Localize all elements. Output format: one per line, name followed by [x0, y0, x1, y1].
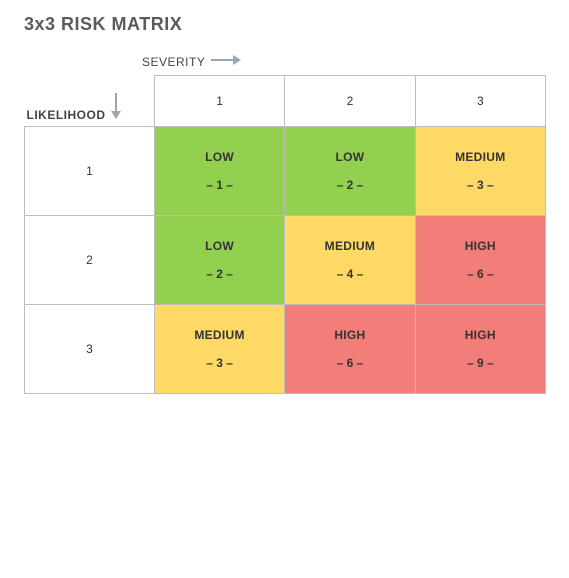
- risk-cell: LOW – 2 –: [285, 126, 415, 215]
- risk-cell: MEDIUM – 3 –: [415, 126, 545, 215]
- severity-header-2: 2: [285, 76, 415, 127]
- risk-cell-label: LOW: [205, 239, 234, 253]
- arrow-down-icon: [110, 93, 122, 122]
- risk-cell-score: – 6 –: [467, 267, 494, 281]
- risk-cell: LOW – 1 –: [154, 126, 284, 215]
- risk-cell-score: – 2 –: [206, 267, 233, 281]
- risk-matrix-page: 3x3 RISK MATRIX SEVERITY LIKELIHOOD: [0, 0, 569, 418]
- risk-matrix-table: LIKELIHOOD 1 2 3 1 LOW – 1 –: [24, 75, 546, 394]
- severity-header-1: 1: [154, 76, 284, 127]
- risk-cell-score: – 4 –: [337, 267, 364, 281]
- risk-cell: MEDIUM – 4 –: [285, 215, 415, 304]
- severity-axis-label: SEVERITY: [142, 55, 205, 69]
- risk-cell-score: – 3 –: [467, 178, 494, 192]
- risk-cell-score: – 2 –: [337, 178, 364, 192]
- risk-cell-score: – 6 –: [337, 356, 364, 370]
- risk-cell: LOW – 2 –: [154, 215, 284, 304]
- risk-cell-label: MEDIUM: [455, 150, 505, 164]
- likelihood-axis-corner: LIKELIHOOD: [25, 76, 155, 127]
- table-row: 2 LOW – 2 – MEDIUM – 4 – HIGH – 6 –: [25, 215, 546, 304]
- risk-cell-score: – 1 –: [206, 178, 233, 192]
- risk-cell-label: MEDIUM: [194, 328, 244, 342]
- risk-cell-score: – 9 –: [467, 356, 494, 370]
- risk-cell: MEDIUM – 3 –: [154, 304, 284, 393]
- likelihood-header-2: 2: [25, 215, 155, 304]
- arrow-right-icon: [211, 53, 241, 71]
- risk-cell: HIGH – 6 –: [415, 215, 545, 304]
- risk-cell: HIGH – 9 –: [415, 304, 545, 393]
- risk-cell: HIGH – 6 –: [285, 304, 415, 393]
- risk-cell-label: MEDIUM: [325, 239, 375, 253]
- severity-axis-label-bar: SEVERITY: [142, 53, 545, 71]
- risk-cell-label: LOW: [335, 150, 364, 164]
- likelihood-header-3: 3: [25, 304, 155, 393]
- likelihood-header-1: 1: [25, 126, 155, 215]
- table-row: 1 LOW – 1 – LOW – 2 – MEDIUM – 3 –: [25, 126, 546, 215]
- risk-cell-label: HIGH: [334, 328, 365, 342]
- risk-cell-label: HIGH: [465, 239, 496, 253]
- risk-cell-score: – 3 –: [206, 356, 233, 370]
- severity-header-3: 3: [415, 76, 545, 127]
- page-title: 3x3 RISK MATRIX: [24, 14, 545, 35]
- table-row: 3 MEDIUM – 3 – HIGH – 6 – HIGH – 9 –: [25, 304, 546, 393]
- risk-cell-label: HIGH: [465, 328, 496, 342]
- likelihood-axis-label: LIKELIHOOD: [27, 108, 106, 122]
- risk-cell-label: LOW: [205, 150, 234, 164]
- table-row: LIKELIHOOD 1 2 3: [25, 76, 546, 127]
